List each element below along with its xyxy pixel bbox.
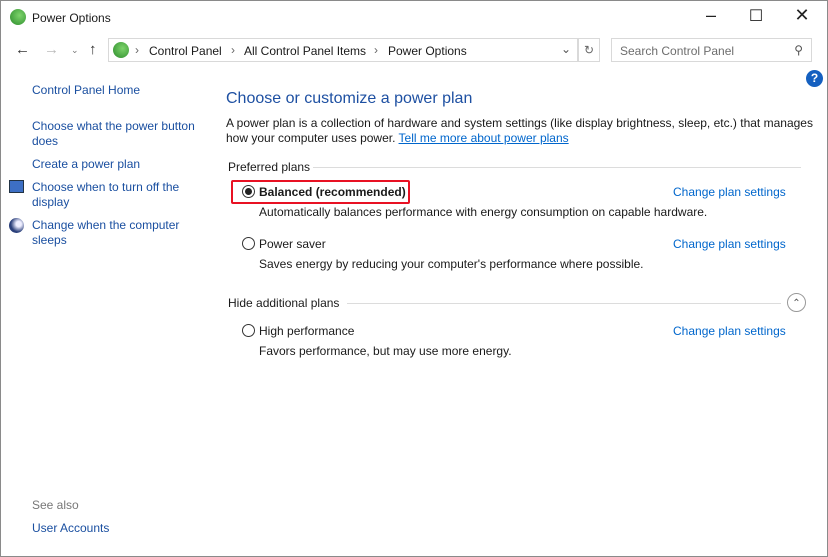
- chevron-right-icon: ›: [135, 43, 139, 57]
- sidebar-item-label: Change when the computer: [32, 218, 180, 232]
- chevron-right-icon: ›: [231, 43, 235, 57]
- hide-additional-plans-label[interactable]: Hide additional plans: [228, 296, 339, 310]
- plan-desc-power-saver: Saves energy by reducing your computer's…: [259, 257, 644, 271]
- sidebar-item-label: display: [32, 195, 70, 209]
- sidebar-control-panel-home[interactable]: Control Panel Home: [32, 83, 140, 97]
- address-bar[interactable]: › Control Panel › All Control Panel Item…: [108, 38, 578, 62]
- user-accounts-link[interactable]: User Accounts: [32, 521, 109, 535]
- plan-name-high-performance[interactable]: High performance: [259, 324, 354, 338]
- close-button[interactable]: ✕: [779, 5, 825, 26]
- description-line: A power plan is a collection of hardware…: [226, 116, 813, 130]
- sidebar-item-display-off[interactable]: Choose when to turn off the display: [32, 180, 179, 210]
- divider: [347, 303, 781, 304]
- sidebar-item-create-plan[interactable]: Create a power plan: [32, 157, 140, 171]
- breadcrumb-power-options[interactable]: Power Options: [388, 44, 467, 58]
- recent-locations-icon[interactable]: ⌄: [71, 45, 79, 56]
- description-line: how your computer uses power.: [226, 131, 396, 145]
- forward-button[interactable]: →: [44, 41, 59, 58]
- change-plan-settings-balanced[interactable]: Change plan settings: [673, 185, 786, 199]
- refresh-button[interactable]: ↻: [578, 38, 600, 62]
- see-also-label: See also: [32, 498, 79, 512]
- sidebar-item-label: Choose when to turn off the: [32, 180, 180, 194]
- window-title: Power Options: [32, 11, 111, 25]
- up-button[interactable]: ↑: [89, 41, 97, 58]
- display-clock-icon: [9, 180, 24, 193]
- plan-name-balanced[interactable]: Balanced (recommended): [259, 185, 406, 199]
- power-options-icon: [113, 42, 129, 58]
- minimize-button[interactable]: –: [688, 5, 734, 26]
- breadcrumb-control-panel[interactable]: Control Panel: [149, 44, 222, 58]
- plan-name-power-saver[interactable]: Power saver: [259, 237, 326, 251]
- power-options-icon: [10, 9, 26, 25]
- chevron-right-icon: ›: [374, 43, 378, 57]
- plan-desc-high-performance: Favors performance, but may use more ene…: [259, 344, 512, 358]
- back-button[interactable]: ←: [15, 41, 30, 58]
- page-title: Choose or customize a power plan: [226, 90, 473, 107]
- power-saver-radio[interactable]: [242, 237, 255, 250]
- window: Power Options – ☐ ✕ ← → ⌄ ↑ › Control Pa…: [0, 0, 828, 557]
- sidebar-item-power-button[interactable]: Choose what the power button does: [32, 119, 195, 149]
- moon-sleep-icon: [9, 218, 24, 233]
- tell-me-more-link[interactable]: Tell me more about power plans: [399, 131, 569, 145]
- preferred-plans-label: Preferred plans: [228, 160, 311, 174]
- sidebar-item-sleep[interactable]: Change when the computer sleeps: [32, 218, 179, 248]
- sidebar-item-label: Choose what the power button: [32, 119, 195, 133]
- collapse-chevron-up-icon[interactable]: ⌃: [787, 293, 806, 312]
- maximize-button[interactable]: ☐: [733, 6, 779, 26]
- change-plan-settings-high-performance[interactable]: Change plan settings: [673, 324, 786, 338]
- search-placeholder: Search Control Panel: [620, 44, 735, 58]
- change-plan-settings-power-saver[interactable]: Change plan settings: [673, 237, 786, 251]
- plan-desc-balanced: Automatically balances performance with …: [259, 205, 708, 219]
- divider: [313, 167, 801, 168]
- search-icon: ⚲: [794, 43, 803, 57]
- help-icon[interactable]: ?: [806, 70, 823, 87]
- search-input[interactable]: Search Control Panel ⚲: [611, 38, 812, 62]
- balanced-radio[interactable]: [242, 185, 255, 198]
- sidebar-item-label: does: [32, 134, 59, 148]
- high-performance-radio[interactable]: [242, 324, 255, 337]
- page-description: A power plan is a collection of hardware…: [226, 116, 813, 146]
- sidebar-item-label: sleeps: [32, 233, 67, 247]
- breadcrumb-all-items[interactable]: All Control Panel Items: [244, 44, 366, 58]
- chevron-down-icon[interactable]: ⌄: [561, 42, 571, 56]
